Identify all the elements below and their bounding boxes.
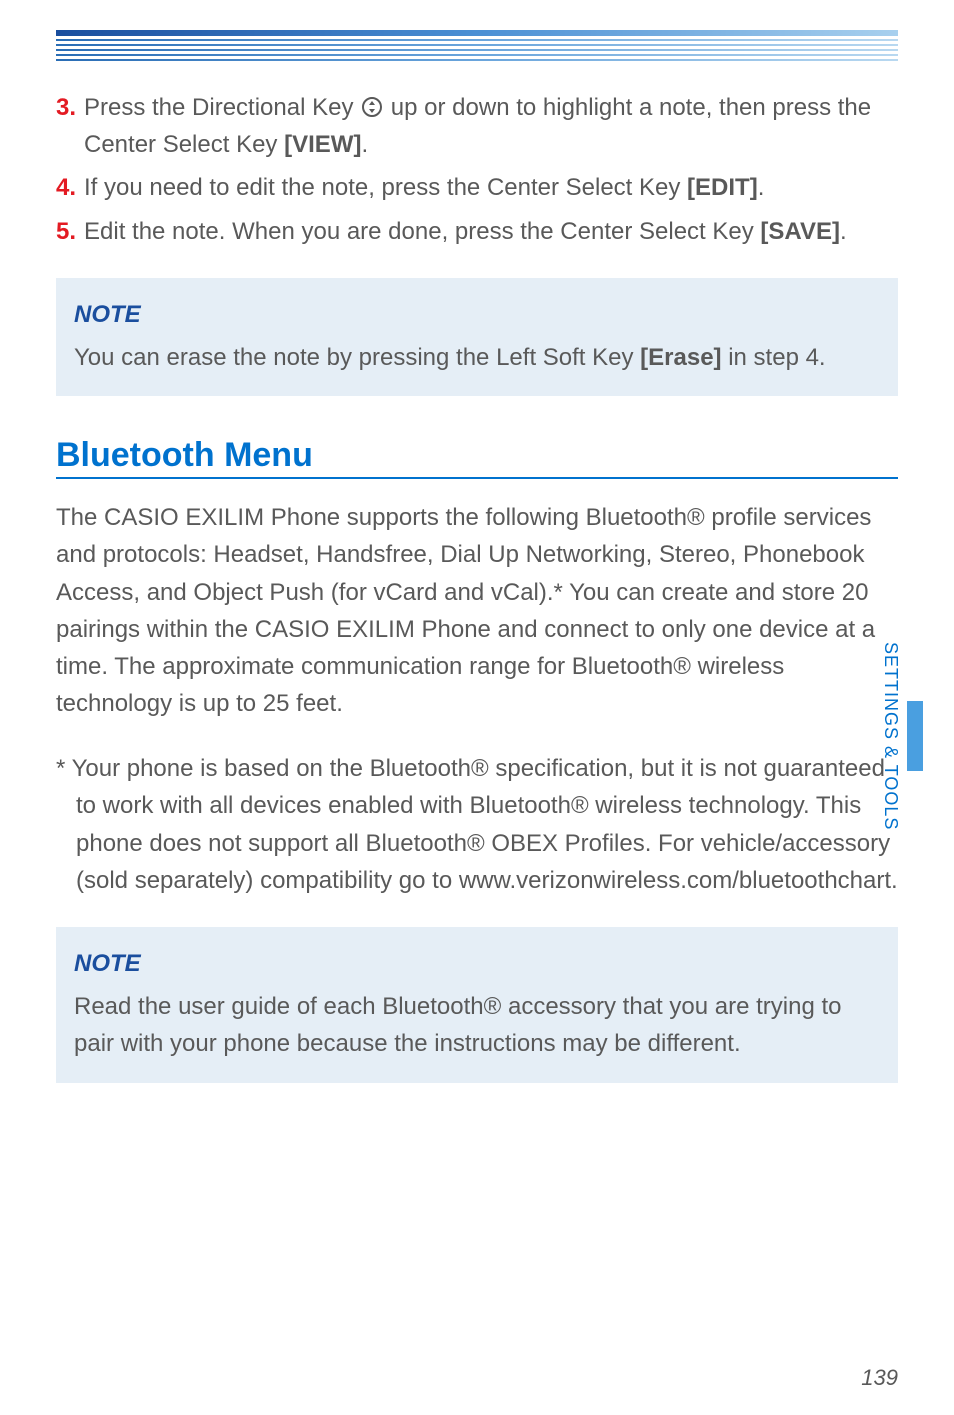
step-4: 4. If you need to edit the note, press t… [56, 169, 898, 206]
step-text: Edit the note. When you are done, press … [84, 213, 847, 250]
step-number: 4. [56, 169, 84, 206]
directional-key-icon [362, 97, 382, 117]
step-3: 3. Press the Directional Key up or down … [56, 89, 898, 163]
section-heading: Bluetooth Menu [56, 436, 898, 479]
side-bar [907, 701, 923, 771]
note-box-2: NOTE Read the user guide of each Bluetoo… [56, 927, 898, 1083]
footnote: * Your phone is based on the Bluetooth® … [56, 750, 898, 899]
note-box-1: NOTE You can erase the note by pressing … [56, 278, 898, 396]
note-title: NOTE [74, 296, 880, 333]
step-5: 5. Edit the note. When you are done, pre… [56, 213, 898, 250]
header-decoration [56, 30, 898, 61]
side-label: SETTINGS & TOOLS [880, 642, 901, 830]
step-number: 5. [56, 213, 84, 250]
step-text: If you need to edit the note, press the … [84, 169, 764, 206]
note-body: Read the user guide of each Bluetooth® a… [74, 988, 880, 1062]
step-number: 3. [56, 89, 84, 163]
side-tab: SETTINGS & TOOLS [880, 642, 944, 830]
section-body: The CASIO EXILIM Phone supports the foll… [56, 499, 898, 722]
note-title: NOTE [74, 945, 880, 982]
step-text: Press the Directional Key up or down to … [84, 89, 898, 163]
note-body: You can erase the note by pressing the L… [74, 339, 880, 376]
page-number: 139 [861, 1365, 898, 1391]
